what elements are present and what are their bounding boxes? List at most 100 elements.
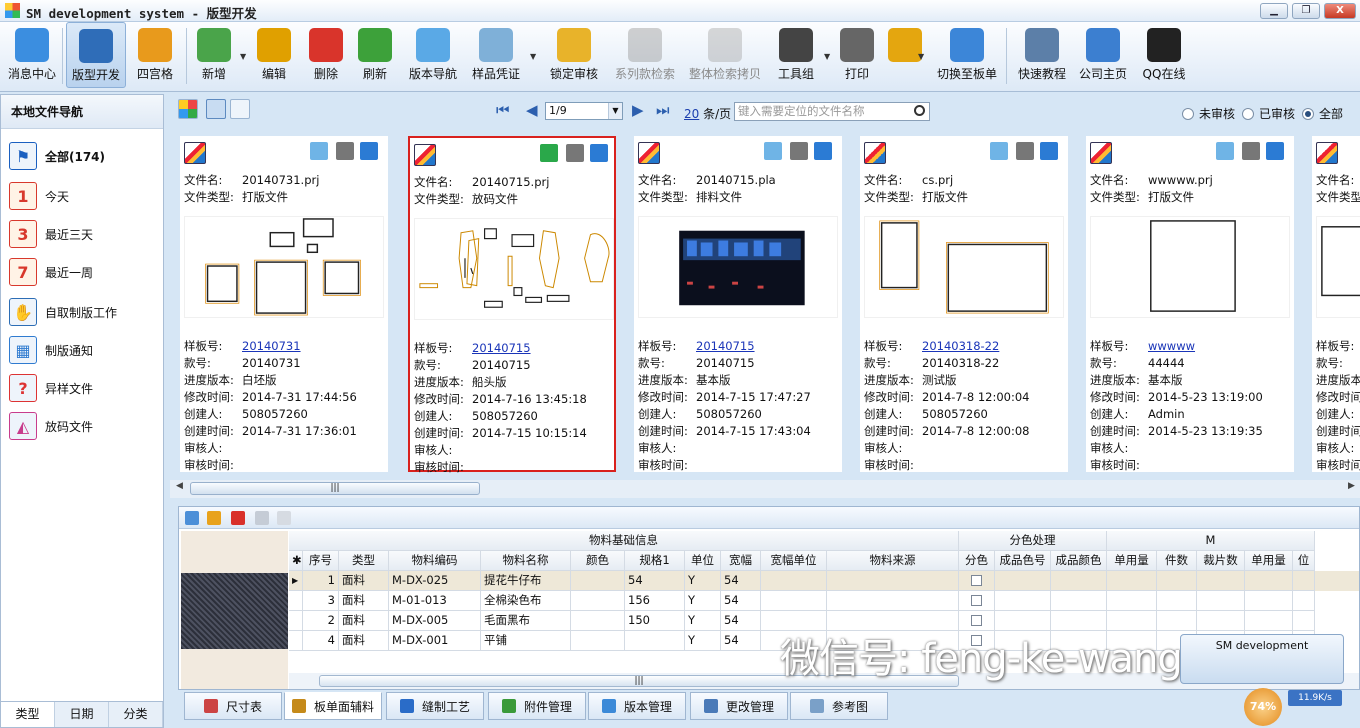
printer-icon[interactable]	[336, 142, 354, 160]
sample-no-link[interactable]: 20140715	[696, 339, 755, 353]
scroll-thumb[interactable]: |||	[190, 482, 480, 495]
toolbar-version-nav-button[interactable]: 版本导航	[404, 22, 462, 88]
toolbar-refresh-button[interactable]: 刷新	[356, 22, 394, 88]
toolbar-four-grid-button[interactable]: 四宫格	[132, 22, 178, 88]
chevron-down-icon[interactable]: ▼	[240, 52, 246, 61]
column-header[interactable]: 物料编码	[389, 551, 481, 571]
shirt-icon[interactable]	[990, 142, 1008, 160]
pattern-thumbnail[interactable]	[414, 218, 614, 320]
scroll-left-icon[interactable]: ◀	[176, 481, 183, 491]
tab-attachment[interactable]: 附件管理	[488, 692, 586, 720]
table-row[interactable]: 3 面料 M-01-013 全棉染色布 156 Y 54	[289, 591, 1359, 611]
shirt-icon[interactable]	[1216, 142, 1234, 160]
export-icon[interactable]	[277, 511, 291, 525]
printer-icon[interactable]	[1242, 142, 1260, 160]
nav-item-calendar-7[interactable]: 7 最近一周	[9, 255, 93, 289]
shirt-icon[interactable]	[764, 142, 782, 160]
edit-row-icon[interactable]	[207, 511, 221, 525]
toolbar-edit-doc-button[interactable]: 编辑	[252, 22, 296, 88]
nav-item-grading[interactable]: ◭ 放码文件	[9, 409, 93, 443]
sample-no-link[interactable]: 20140318-22	[922, 339, 999, 353]
toolbar-copy-search-button[interactable]: 整体检索拷贝	[686, 22, 764, 88]
tab-version[interactable]: 版本管理	[588, 692, 686, 720]
toolbar-gear-button[interactable]	[888, 22, 922, 88]
toolbar-new-doc-button[interactable]: 新增	[190, 22, 238, 88]
search-icon[interactable]	[914, 105, 925, 116]
column-header[interactable]: 宽幅单位	[761, 551, 827, 571]
printer-icon[interactable]	[790, 142, 808, 160]
file-card[interactable]: 文件名: 20140731.prj 文件类型: 打版文件 样板号: 20140731 款号:…	[180, 136, 388, 472]
nav-item-question-shirt[interactable]: ? 异样文件	[9, 371, 93, 405]
column-header[interactable]: 规格1	[625, 551, 685, 571]
pattern-thumbnail[interactable]	[1316, 216, 1360, 318]
nav-item-cad-hand[interactable]: ✋ 自取制版工作	[9, 295, 117, 329]
color-split-checkbox[interactable]	[959, 571, 995, 591]
tab-fabric[interactable]: 板单面辅料	[284, 692, 382, 720]
file-search-input[interactable]: 键入需要定位的文件名称	[734, 102, 930, 121]
next-page-icon[interactable]: ▶	[632, 101, 644, 119]
column-header[interactable]: 宽幅	[721, 551, 761, 571]
column-header[interactable]: 分色	[959, 551, 995, 571]
page-select[interactable]: 1/9 ▼	[545, 102, 623, 120]
filter-reviewed[interactable]: 已审核	[1242, 105, 1295, 122]
toolbar-series-search-button[interactable]: 系列款检索	[610, 22, 680, 88]
column-header[interactable]: 类型	[339, 551, 389, 571]
column-header[interactable]: 成品色号	[995, 551, 1051, 571]
toolbar-tutorial-button[interactable]: 快速教程	[1014, 22, 1070, 88]
toolbar-shirt-button[interactable]: 样品凭证	[466, 22, 526, 88]
pattern-thumbnail[interactable]	[864, 216, 1064, 318]
checkbox-icon[interactable]	[971, 615, 982, 626]
tab-reference[interactable]: 参考图	[790, 692, 888, 720]
card-view-icon[interactable]	[206, 99, 226, 119]
pattern-thumbnail[interactable]	[184, 216, 384, 318]
toolbar-chat-bubble-button[interactable]: 消息中心	[4, 22, 60, 88]
toolbar-thumbs-up-button[interactable]: 公司主页	[1076, 22, 1130, 88]
column-header[interactable]: 颜色	[571, 551, 625, 571]
export-icon[interactable]	[814, 142, 832, 160]
tab-change[interactable]: 更改管理	[690, 692, 788, 720]
toolbar-lock-button[interactable]: 锁定审核	[544, 22, 604, 88]
tab-sewing[interactable]: 缝制工艺	[386, 692, 484, 720]
tab-ruler[interactable]: 尺寸表	[184, 692, 282, 720]
toolbar-qq-penguin-button[interactable]: QQ在线	[1140, 22, 1188, 88]
shirt-icon[interactable]	[310, 142, 328, 160]
close-button[interactable]: X	[1324, 3, 1356, 19]
checkbox-icon[interactable]	[971, 575, 982, 586]
first-page-icon[interactable]: ⏮	[496, 101, 510, 119]
printer-icon[interactable]	[566, 144, 584, 162]
nav-item-calendar-3[interactable]: 3 最近三天	[9, 217, 93, 251]
export-icon[interactable]	[360, 142, 378, 160]
toolbar-printer-button[interactable]: 打印	[836, 22, 878, 88]
prev-page-icon[interactable]: ◀	[526, 101, 538, 119]
sm-development-box[interactable]: SM development	[1180, 634, 1344, 684]
file-card[interactable]: 文件名: 文件类型: 样板号: 款号: 进度版本: 修改时间: 创建人: 创建时间: 审核人: 审…	[1312, 136, 1360, 472]
column-header[interactable]: 位	[1293, 551, 1315, 571]
column-header[interactable]: 单用量	[1107, 551, 1157, 571]
column-header[interactable]: 单位	[685, 551, 721, 571]
file-card[interactable]: 文件名: 20140715.prj 文件类型: 放码文件 样板号: 20140715 款号:…	[408, 136, 616, 474]
pattern-thumbnail[interactable]	[1090, 216, 1290, 318]
tab-category[interactable]: 分类	[109, 702, 163, 727]
sample-no-link[interactable]: 20140731	[242, 339, 301, 353]
nav-item-flag[interactable]: ⚑ 全部(174)	[9, 139, 105, 173]
toolbar-switch-button[interactable]: 切换至板单	[930, 22, 1004, 88]
chevron-down-icon[interactable]: ▼	[918, 52, 924, 61]
add-row-icon[interactable]	[185, 511, 199, 525]
chevron-down-icon[interactable]: ▼	[530, 52, 536, 61]
chevron-down-icon[interactable]: ▼	[824, 52, 830, 61]
column-header[interactable]: 成品颜色	[1051, 551, 1107, 571]
delete-row-icon[interactable]	[231, 511, 245, 525]
nav-item-grid-notice[interactable]: ▦ 制版通知	[9, 333, 93, 367]
sample-no-link[interactable]: 20140715	[472, 341, 531, 355]
export-icon[interactable]	[590, 144, 608, 162]
checkbox-icon[interactable]	[971, 595, 982, 606]
column-header[interactable]: 件数	[1157, 551, 1197, 571]
file-card[interactable]: 文件名: cs.prj 文件类型: 打版文件 样板号: 20140318-22 款号: 201…	[860, 136, 1068, 472]
column-header[interactable]: 序号	[303, 551, 339, 571]
table-row[interactable]: ▶ 1 面料 M-DX-025 提花牛仔布 54 Y 54	[289, 571, 1359, 591]
pattern-thumbnail[interactable]	[638, 216, 838, 318]
column-header[interactable]: ✱	[289, 551, 303, 571]
column-header[interactable]: 单用量	[1245, 551, 1293, 571]
file-card[interactable]: 文件名: 20140715.pla 文件类型: 排料文件 样板号: 20140715 款号:…	[634, 136, 842, 472]
last-page-icon[interactable]: ⏭	[656, 101, 670, 119]
